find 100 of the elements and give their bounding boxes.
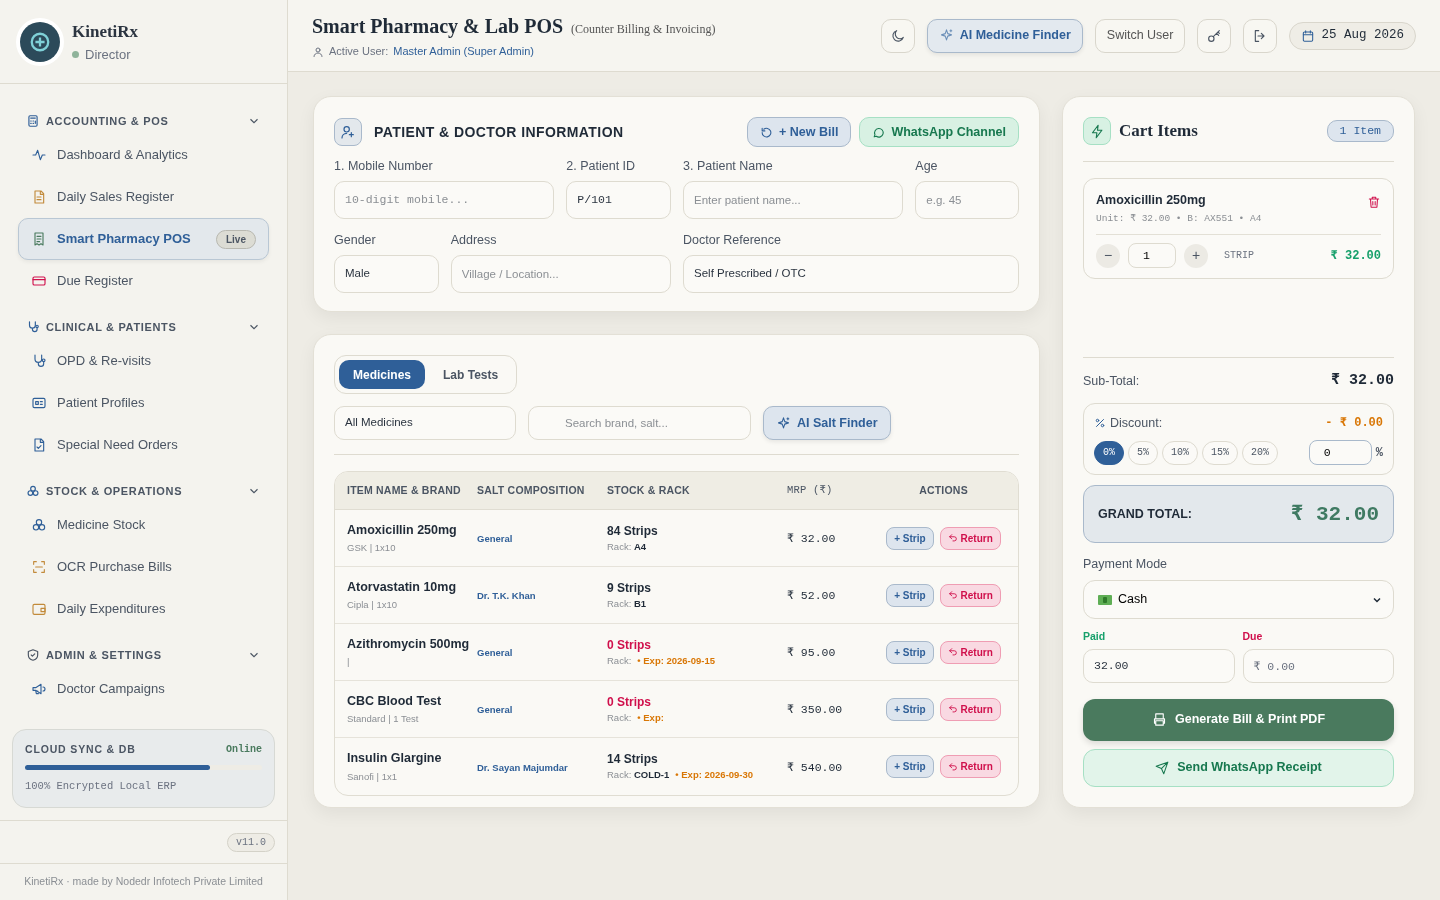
cart-item-name: Amoxicillin 250mg [1096,192,1207,209]
sync-title: CLOUD SYNC & DB [25,741,136,757]
undo-icon [947,533,958,543]
nav-item[interactable]: OPD & Re-visits [18,340,269,382]
page-title: Smart Pharmacy & Lab POS [312,14,564,40]
due-field[interactable]: ₹ 0.00 [1242,648,1394,683]
add-strip-button[interactable]: + Strip [886,583,934,607]
price-text: ₹ 52.00 [787,589,836,603]
increase-button[interactable]: + [1184,243,1208,268]
input-field[interactable]: P/101 [566,180,671,219]
discount-label: Discount: [1110,414,1163,432]
nav-item[interactable]: Doctor Campaigns [18,668,269,710]
nav-item[interactable]: Daily Expenditures [18,588,269,630]
scan-icon [31,559,47,575]
input-field[interactable]: Enter patient name... [683,180,904,219]
nav-item[interactable]: Daily Sales Register [18,176,269,218]
percent-icon [1094,416,1106,429]
card-icon [31,273,47,289]
nav-item[interactable]: Special Need Orders [18,424,269,466]
discount-preset[interactable]: 5% [1128,440,1159,465]
item-brand: Standard | 1 Test [347,712,420,727]
theme-toggle-button[interactable] [880,18,915,53]
user-plus-icon [340,124,356,140]
return-button[interactable]: Return [939,526,1001,550]
sync-note: 100% Encrypted Local ERP [25,779,178,795]
section-title: STOCK & OPERATIONS [46,483,184,499]
sparkle-icon [938,28,954,43]
tab[interactable]: Medicines [339,360,426,389]
new-bill-button[interactable]: + New Bill [747,117,852,147]
item-brand: | [347,655,351,670]
salt-text: Dr. T.K. Khan [477,590,536,602]
add-strip-button[interactable]: + Strip [886,640,934,664]
column-header: ITEM NAME & BRAND [347,483,461,496]
quantity-field[interactable]: 1 [1128,243,1176,268]
ai-salt-finder-button[interactable]: AI Salt Finder [763,406,891,440]
discount-field[interactable]: 0 [1308,440,1372,466]
search-field[interactable]: Search brand, salt... [528,406,751,440]
return-button[interactable]: Return [939,755,1001,778]
input-field[interactable]: e.g. 45 [915,180,1019,219]
pulse-icon [31,147,47,163]
salt-text: General [477,533,513,545]
nav-item[interactable]: Medicine Stock [18,504,269,546]
return-button[interactable]: Return [939,697,1001,721]
page-subtitle: (Counter Billing & Invoicing) [571,21,716,39]
active-user-link[interactable]: Master Admin (Super Admin) [393,43,534,60]
field-label: Gender [334,231,377,249]
payment-select[interactable]: Cash [1083,580,1394,619]
ai-medicine-finder-button[interactable]: AI Medicine Finder [926,18,1083,53]
grand-total-label: GRAND TOTAL: [1098,505,1192,523]
cart-title: Cart Items [1119,120,1198,143]
receipt-icon [31,231,47,247]
discount-preset[interactable]: 15% [1202,440,1239,465]
doctor-select[interactable]: Self Prescribed / OTC [683,254,1019,293]
send-icon [1155,760,1170,775]
input-field[interactable]: 10-digit mobile... [334,180,555,219]
field-label: Age [915,158,939,175]
refresh-icon [760,125,773,139]
decrease-button[interactable]: − [1096,243,1120,268]
input-field[interactable]: Village / Location... [450,254,671,293]
item-name: Amoxicillin 250mg [347,521,458,539]
return-button[interactable]: Return [939,640,1001,664]
salt-text: Dr. Sayan Majumdar [477,761,568,773]
nav-item[interactable]: Patient Profiles [18,382,269,424]
nav-item[interactable]: Dashboard & Analytics [18,134,269,176]
percent-suffix: % [1375,444,1383,462]
add-strip-button[interactable]: + Strip [886,697,934,721]
discount-preset[interactable]: 0% [1094,440,1124,465]
item-name: Insulin Glargine [347,750,443,767]
return-button[interactable]: Return [939,583,1001,607]
item-name: Atorvastatin 10mg [347,578,458,596]
add-strip-button[interactable]: + Strip [886,526,934,550]
id-card-icon [31,395,47,411]
item-name: Azithromycin 500mg [347,635,471,653]
paid-field[interactable]: 32.00 [1083,648,1235,683]
column-header: ACTIONS [919,482,968,498]
gender-select[interactable]: Male [334,254,439,293]
salt-text: General [477,647,513,659]
megaphone-icon [31,681,47,697]
generate-bill-button[interactable]: Generate Bill & Print PDF [1083,698,1394,741]
card-title: PATIENT & DOCTOR INFORMATION [374,122,624,142]
discount-preset[interactable]: 20% [1242,440,1279,465]
discount-preset[interactable]: 10% [1162,440,1199,465]
send-whatsapp-button[interactable]: Send WhatsApp Receipt [1083,748,1394,787]
live-badge: Live [216,229,256,249]
whatsapp-channel-button[interactable]: WhatsApp Channel [859,117,1019,147]
category-select[interactable]: All Medicines [334,406,516,440]
nav-item[interactable]: Due Register [18,260,269,302]
nav-item[interactable]: OCR Purchase Bills [18,546,269,588]
user-icon [312,45,324,58]
switch-user-button[interactable]: Switch User [1094,18,1186,53]
add-strip-button[interactable]: + Strip [886,755,934,778]
moon-icon [889,27,906,44]
field-label: Doctor Reference [683,231,782,249]
tab[interactable]: Lab Tests [429,360,513,389]
calculator-icon [26,114,40,128]
key-button[interactable] [1197,18,1232,53]
nav-item[interactable]: Smart Pharmacy POS Live [18,218,269,260]
footer-text: KinetiRx · made by Nodedr Infotech Private Limited [24,874,263,890]
bolt-icon [1089,123,1105,139]
logout-button[interactable] [1243,18,1278,53]
